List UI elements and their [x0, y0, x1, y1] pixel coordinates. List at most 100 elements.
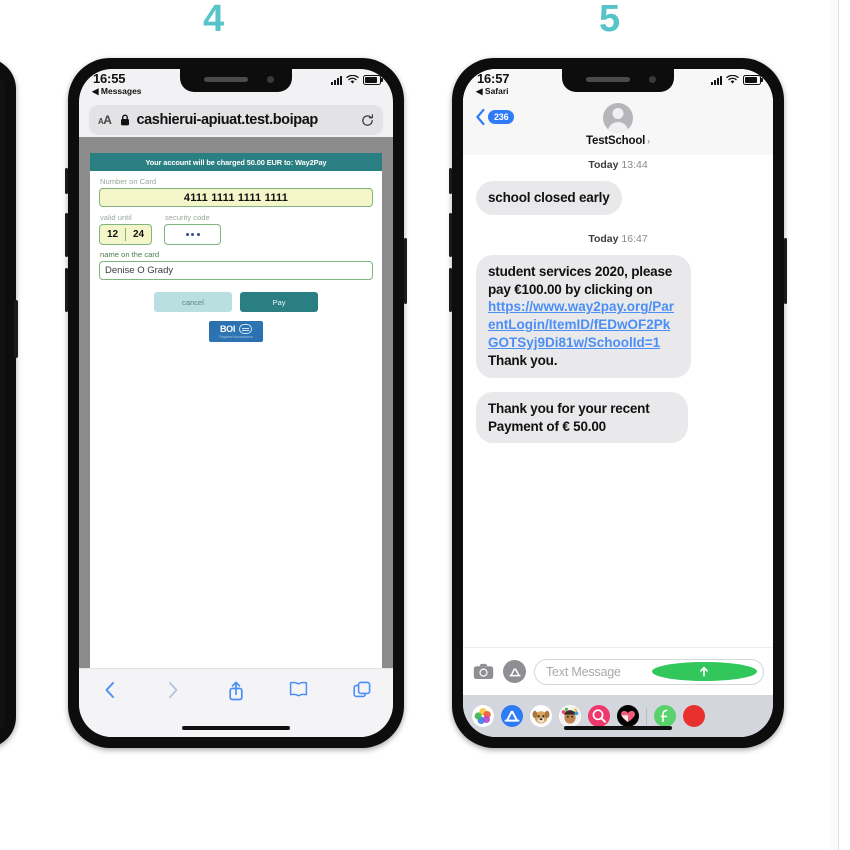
safari-screen: 16:55 ◀ Messages AA cashierui-apiuat.tes… [79, 69, 393, 737]
status-time: 16:57 [477, 71, 510, 86]
text-message-input[interactable]: Text Message [534, 658, 764, 685]
status-time: 16:55 [93, 71, 126, 86]
step-number-5: 5 [599, 0, 621, 40]
url-text: cashierui-apiuat.test.boipap [136, 112, 318, 128]
volume-up-button[interactable] [65, 213, 68, 257]
timestamp-divider: Today 16:47 [476, 233, 760, 245]
mute-switch[interactable] [65, 168, 68, 194]
send-button[interactable] [651, 662, 757, 681]
pay-button[interactable]: Pay [240, 292, 318, 312]
message-text: Thank you for your recent Payment of € 5… [488, 400, 650, 434]
share-icon [229, 681, 243, 701]
form-actions: cancel Pay [99, 292, 373, 312]
power-button[interactable] [404, 238, 407, 304]
chevron-right-icon [169, 682, 178, 698]
lock-icon [121, 114, 130, 126]
green-app-icon[interactable] [654, 705, 676, 727]
expiry-cvv-row: valid until 12 24 security code [99, 211, 373, 245]
status-back-to-safari[interactable]: ◀ Safari [476, 86, 509, 97]
chevron-left-icon [476, 108, 485, 126]
safari-tabs-cell[interactable] [330, 681, 393, 699]
contact-header[interactable]: TestSchool › [586, 103, 650, 147]
chevron-right-icon: › [647, 136, 650, 146]
imessage-app-drawer[interactable] [463, 695, 773, 737]
red-app-icon[interactable] [683, 705, 705, 727]
safari-share-cell[interactable] [205, 681, 268, 701]
security-code-input[interactable] [164, 224, 221, 245]
battery-icon [743, 75, 763, 85]
side-button-partial [14, 300, 18, 358]
name-on-card-input[interactable]: Denise O Grady [99, 261, 373, 280]
battery-icon [363, 75, 383, 85]
mute-switch[interactable] [449, 168, 452, 194]
book-icon [290, 681, 308, 697]
photos-app-icon[interactable] [472, 705, 494, 727]
card-number-input[interactable]: 4111 1111 1111 1111 [99, 188, 373, 207]
cvv-dot [191, 233, 194, 236]
safari-forward-cell[interactable] [142, 681, 205, 699]
home-indicator[interactable] [182, 726, 290, 730]
card-number-value: 4111 1111 1111 1111 [183, 191, 289, 204]
messages-screen: 16:57 ◀ Safari 236 TestSchool › Today 13… [463, 69, 773, 737]
back-to-conversations-button[interactable]: 236 [475, 108, 515, 126]
app-store-icon [508, 667, 521, 676]
text-size-icon[interactable]: AA [98, 114, 112, 126]
tabs-icon [352, 681, 370, 698]
right-gutter [830, 0, 838, 850]
cancel-button[interactable]: cancel [154, 292, 232, 312]
message-bubble-incoming[interactable]: school closed early [476, 181, 622, 215]
name-on-card-value: Denise O Grady [105, 265, 174, 276]
message-text-after-link: Thank you. [488, 352, 558, 368]
camera-icon [473, 663, 494, 679]
front-camera [649, 76, 656, 83]
message-row: student services 2020, please pay €100.0… [476, 254, 760, 378]
right-divider-line [838, 0, 839, 850]
phishing-link[interactable]: https://www.way2pay.org/ParentLogin/Item… [488, 298, 679, 351]
expiry-group: valid until 12 24 [99, 211, 152, 245]
signal-bars-icon [331, 75, 342, 85]
status-indicators [331, 75, 383, 85]
safari-back-cell[interactable] [79, 681, 142, 699]
timestamp-day: Today [588, 159, 619, 171]
step-number-4: 4 [203, 0, 225, 40]
notch [180, 69, 292, 92]
safari-bookmarks-cell[interactable] [267, 681, 330, 697]
status-back-to-messages[interactable]: ◀ Messages [92, 86, 142, 97]
earpiece-speaker [204, 77, 248, 82]
phone-partial-left [0, 58, 16, 748]
app-store-button[interactable] [503, 660, 526, 683]
wifi-icon [346, 75, 359, 84]
volume-down-button[interactable] [449, 268, 452, 312]
digital-touch-heart-icon[interactable] [617, 705, 639, 727]
cvv-group: security code [164, 211, 221, 245]
phone-safari-payment: 16:55 ◀ Messages AA cashierui-apiuat.tes… [65, 58, 407, 748]
volume-down-button[interactable] [65, 268, 68, 312]
timestamp-time: 16:47 [621, 232, 648, 245]
memoji-person-icon[interactable] [559, 705, 581, 727]
safari-url-bar[interactable]: AA cashierui-apiuat.test.boipap [89, 105, 383, 135]
image-search-app-icon[interactable] [588, 705, 610, 727]
charge-banner: Your account will be charged 50.00 EUR t… [90, 153, 382, 171]
volume-up-button[interactable] [449, 213, 452, 257]
reload-icon[interactable] [361, 113, 374, 127]
phone-partial-screen [0, 69, 5, 737]
chevron-left-icon [105, 682, 115, 698]
cvv-dot [185, 233, 189, 236]
message-bubble-receipt[interactable]: Thank you for your recent Payment of € 5… [476, 391, 688, 444]
camera-button[interactable] [472, 660, 495, 683]
message-thread[interactable]: Today 13:44 school closed early Today 16… [463, 155, 773, 647]
person-avatar-icon [602, 103, 633, 133]
memoji-dog-icon[interactable] [530, 705, 552, 727]
earpiece-speaker [586, 77, 630, 82]
timestamp-time: 13:44 [621, 159, 648, 171]
power-button[interactable] [784, 238, 787, 304]
expiry-input[interactable]: 12 24 [99, 224, 152, 245]
front-camera [267, 76, 274, 83]
home-indicator[interactable] [564, 726, 672, 730]
message-bubble-phishing[interactable]: student services 2020, please pay €100.0… [476, 254, 691, 378]
message-row: Thank you for your recent Payment of € 5… [476, 391, 760, 444]
signal-bars-icon [711, 75, 722, 85]
message-row: school closed early [476, 181, 760, 215]
message-text: school closed early [488, 190, 610, 205]
app-store-app-icon[interactable] [501, 705, 523, 727]
